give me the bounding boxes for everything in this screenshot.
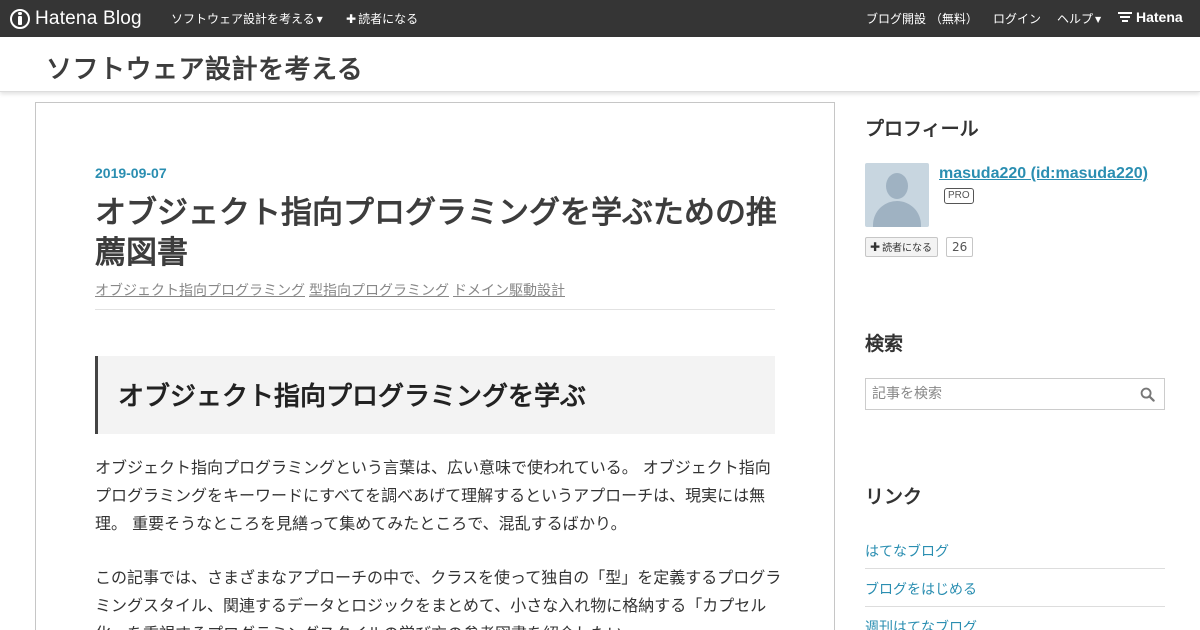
avatar-body-shape xyxy=(873,201,921,227)
blog-menu-dropdown[interactable]: ソフトウェア設計を考える ▼ xyxy=(171,10,323,27)
plus-icon: ✚ xyxy=(346,12,357,26)
subscriber-count[interactable]: 26 xyxy=(946,237,974,257)
sidebar-subscribe-button[interactable]: ✚ 読者になる xyxy=(865,237,939,257)
hatena-label: Hatena xyxy=(1136,9,1183,25)
link-divider xyxy=(865,568,1165,569)
profile-name-link[interactable]: masuda220 (id:masuda220) xyxy=(939,165,1148,183)
hatena-mark-icon xyxy=(1118,12,1132,22)
avatar[interactable] xyxy=(865,163,929,227)
profile-heading: プロフィール xyxy=(865,118,979,140)
search-input[interactable] xyxy=(866,379,1136,409)
body-paragraph: この記事では、さまざまなアプローチの中で、クラスを使って独自の「型」を定義するプ… xyxy=(95,568,782,630)
category-link[interactable]: 型指向プログラミング xyxy=(309,283,449,299)
plus-icon: ✚ xyxy=(870,240,881,254)
entry-article: 2019-09-07 オブジェクト指向プログラミングを学ぶための推薦図書 オブジ… xyxy=(35,102,835,630)
category-link[interactable]: オブジェクト指向プログラミング xyxy=(95,283,305,299)
entry-date[interactable]: 2019-09-07 xyxy=(95,165,167,181)
hatena-blog-logo[interactable]: Hatena Blog xyxy=(10,7,142,31)
open-blog-link[interactable]: ブログ開設 （無料） xyxy=(866,10,978,27)
hatena-logo-link[interactable]: Hatena xyxy=(1118,9,1183,25)
subscribe-button[interactable]: ✚ 読者になる xyxy=(346,10,418,27)
section-heading: オブジェクト指向プログラミングを学ぶ xyxy=(118,382,587,412)
search-box xyxy=(865,378,1165,410)
body-paragraph: オブジェクト指向プログラミングという言葉は、広い意味で使われている。 オブジェク… xyxy=(95,458,771,533)
help-dropdown[interactable]: ヘルプ ▼ xyxy=(1057,10,1101,27)
sidebar-subscribe-label: 読者になる xyxy=(882,243,933,254)
sidebar-link[interactable]: ブログをはじめる xyxy=(865,579,1165,599)
help-label: ヘルプ xyxy=(1057,12,1094,26)
subscribe-label: 読者になる xyxy=(358,12,419,26)
search-heading: 検索 xyxy=(865,333,904,355)
blog-menu-label: ソフトウェア設計を考える xyxy=(171,12,315,26)
blog-title[interactable]: ソフトウェア設計を考える xyxy=(46,49,363,86)
category-link[interactable]: ドメイン駆動設計 xyxy=(453,283,565,299)
links-heading: リンク xyxy=(865,486,923,508)
avatar-head-shape xyxy=(886,173,908,199)
sidebar-link[interactable]: はてなブログ xyxy=(865,541,1165,561)
hatena-blog-icon xyxy=(10,9,30,29)
entry-categories: オブジェクト指向プログラミング 型指向プログラミング ドメイン駆動設計 xyxy=(95,280,569,300)
section-heading-box: オブジェクト指向プログラミングを学ぶ xyxy=(95,356,775,434)
link-divider xyxy=(865,606,1165,607)
caret-down-icon: ▼ xyxy=(1095,15,1102,24)
sidebar-link[interactable]: 週刊はてなブログ xyxy=(865,617,1165,630)
brand-name: Hatena Blog xyxy=(35,8,142,29)
blog-header: ソフトウェア設計を考える xyxy=(0,37,1200,92)
pro-badge: PRO xyxy=(944,188,974,204)
search-icon[interactable] xyxy=(1140,387,1155,402)
entry-title[interactable]: オブジェクト指向プログラミングを学ぶための推薦図書 xyxy=(95,193,785,273)
header-divider xyxy=(95,309,775,310)
caret-down-icon: ▼ xyxy=(316,15,323,24)
global-header-bar: Hatena Blog ソフトウェア設計を考える ▼ ✚ 読者になる ブログ開設 （… xyxy=(0,0,1200,37)
login-link[interactable]: ログイン xyxy=(993,10,1041,27)
